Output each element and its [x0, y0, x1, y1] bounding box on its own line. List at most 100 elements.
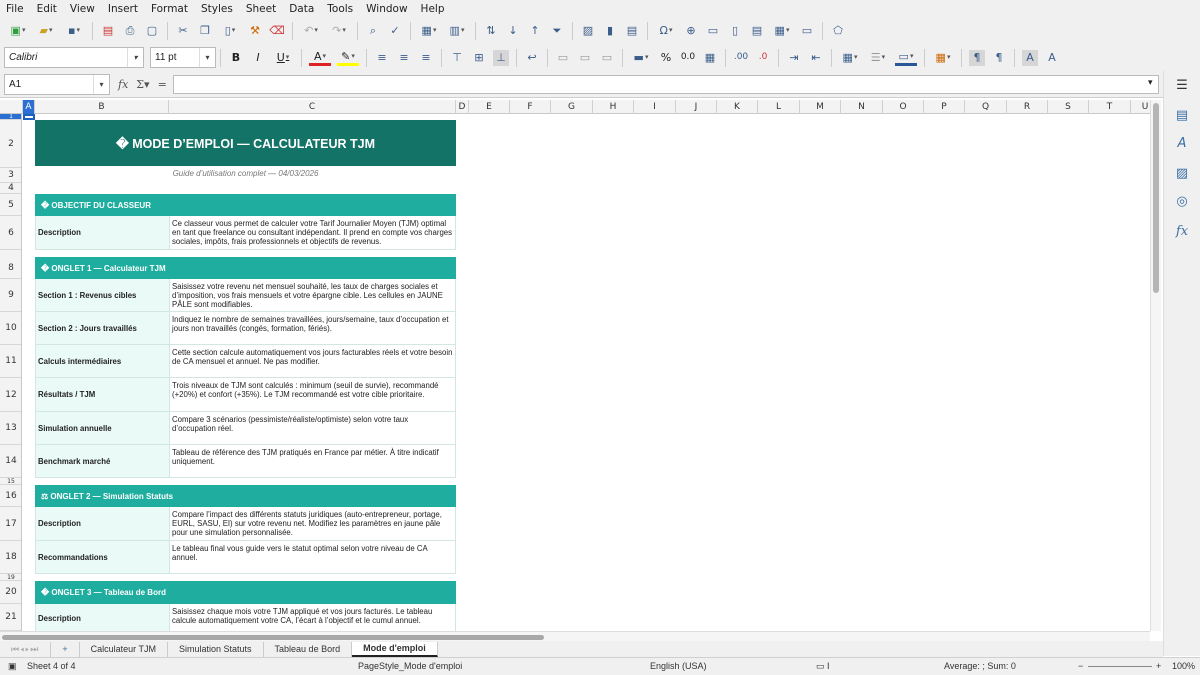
row-header-17[interactable]: 17	[0, 507, 21, 541]
column-header-q[interactable]: Q	[965, 100, 1007, 114]
row-header-20[interactable]: 20	[0, 581, 21, 604]
save-icon[interactable]: ▪	[63, 23, 85, 39]
table-row[interactable]: Description Ce classeur vous permet de c…	[35, 216, 456, 250]
navigator-icon[interactable]: ◎	[1174, 193, 1190, 209]
table-row[interactable]: Section 2 : Jours travaillés Indiquez le…	[35, 312, 456, 345]
column-header-t[interactable]: T	[1089, 100, 1131, 114]
row-header-8[interactable]: 8	[0, 257, 21, 279]
clone-formatting-icon[interactable]: ⚒	[247, 23, 263, 39]
wrap-text-icon[interactable]: ↩	[524, 50, 540, 66]
menu-help[interactable]: Help	[421, 3, 445, 15]
font-name-combo[interactable]: Calibri ▾	[4, 47, 144, 68]
column-header-d[interactable]: D	[456, 100, 469, 114]
table-row[interactable]: Simulation annuelle Compare 3 scénarios …	[35, 412, 456, 445]
row-header-18[interactable]: 18	[0, 541, 21, 574]
show-draw-functions-icon[interactable]: ⬠	[830, 23, 846, 39]
row-header-6[interactable]: 6	[0, 216, 21, 250]
menu-hamburger-icon[interactable]: ☰	[1174, 77, 1190, 93]
tab-tableau-de-bord[interactable]: Tableau de Bord	[264, 641, 353, 657]
column-header-j[interactable]: J	[676, 100, 717, 114]
split-window-icon[interactable]: ▭	[799, 23, 815, 39]
highlight-color-icon[interactable]: ✎	[337, 50, 359, 66]
column-header-b[interactable]: B	[35, 100, 169, 114]
row-header-13[interactable]: 13	[0, 412, 21, 445]
vertical-scrollbar[interactable]	[1150, 100, 1161, 631]
row-header-11[interactable]: 11	[0, 345, 21, 378]
menu-insert[interactable]: Insert	[108, 3, 138, 15]
properties-icon[interactable]: ▤	[1174, 107, 1190, 123]
expand-formula-icon[interactable]: ▾	[1148, 78, 1153, 88]
autofilter-icon[interactable]: ⏷	[549, 23, 565, 39]
font-size-combo[interactable]: 11 pt ▾	[150, 47, 216, 68]
decrease-indent-icon[interactable]: ⇤	[808, 50, 824, 66]
menu-window[interactable]: Window	[366, 3, 407, 15]
row-header-10[interactable]: 10	[0, 312, 21, 345]
menu-file[interactable]: File	[6, 3, 24, 15]
formula-icon[interactable]: =	[158, 78, 167, 91]
row-header-15[interactable]: 15	[0, 478, 21, 485]
tab-simulation-statuts[interactable]: Simulation Statuts	[168, 641, 264, 657]
row-header-12[interactable]: 12	[0, 378, 21, 412]
copy-icon[interactable]: ❐	[197, 23, 213, 39]
print-icon[interactable]: ⎙	[122, 23, 138, 39]
table-row[interactable]: Benchmark marché Tableau de référence de…	[35, 445, 456, 478]
table-row[interactable]: Résultats / TJM Trois niveaux de TJM son…	[35, 378, 456, 412]
open-icon[interactable]: ▰	[35, 23, 57, 39]
delete-decimal-icon[interactable]: .0	[755, 50, 771, 66]
formula-input[interactable]	[173, 75, 1159, 94]
font-name-dropdown-icon[interactable]: ▾	[127, 48, 143, 67]
sort-descending-icon[interactable]: ↑	[527, 23, 543, 39]
hyperlink-icon[interactable]: ⊕	[683, 23, 699, 39]
percent-format-icon[interactable]: %	[658, 50, 674, 66]
row-header-9[interactable]: 9	[0, 279, 21, 312]
column-header-h[interactable]: H	[593, 100, 634, 114]
unmerge-cells-icon[interactable]: ▭	[599, 50, 615, 66]
add-decimal-icon[interactable]: .00	[733, 50, 749, 66]
border-style-icon[interactable]: ☰	[867, 50, 889, 66]
font-color-icon[interactable]: A	[309, 50, 331, 66]
row-header-14[interactable]: 14	[0, 445, 21, 478]
column-icon[interactable]: ▥	[446, 23, 468, 39]
align-middle-icon[interactable]: ⊞	[471, 50, 487, 66]
menu-styles[interactable]: Styles	[201, 3, 233, 15]
row-header-19[interactable]: 19	[0, 574, 21, 581]
zoom-level[interactable]: 100%	[1172, 661, 1195, 671]
sort-ascending-icon[interactable]: ↓	[505, 23, 521, 39]
column-header-c[interactable]: C	[169, 100, 456, 114]
table-row[interactable]: Section 1 : Revenus cibles Saisissez vot…	[35, 279, 456, 312]
new-icon[interactable]: ▣	[7, 23, 29, 39]
language[interactable]: English (USA)	[650, 661, 707, 671]
menu-edit[interactable]: Edit	[37, 3, 57, 15]
row-header-3[interactable]: 3	[0, 168, 21, 183]
vertical-scroll-thumb[interactable]	[1153, 103, 1159, 293]
table-row[interactable]: Calculs intermédiaires Cette section cal…	[35, 345, 456, 378]
text-ltr-icon[interactable]: ¶	[969, 49, 985, 66]
add-sheet-icon[interactable]: +	[51, 641, 80, 657]
comment-icon[interactable]: ▭	[705, 23, 721, 39]
insert-image-icon[interactable]: ▨	[580, 23, 596, 39]
print-preview-icon[interactable]: ▢	[144, 23, 160, 39]
tab-calculateur-tjm[interactable]: Calculateur TJM	[80, 641, 168, 657]
row-icon[interactable]: ▦	[418, 23, 440, 39]
row-header-5[interactable]: 5	[0, 194, 21, 216]
conditional-format-icon[interactable]: ▦	[932, 50, 954, 66]
menu-tools[interactable]: Tools	[327, 3, 353, 15]
merge-center-icon[interactable]: ▭	[555, 50, 571, 66]
row-header-16[interactable]: 16	[0, 485, 21, 507]
sum-icon[interactable]: Σ▾	[136, 78, 149, 91]
row-header-4[interactable]: 4	[0, 183, 21, 194]
date-format-icon[interactable]: ▦	[702, 50, 718, 66]
name-box[interactable]: A1 ▾	[4, 73, 110, 95]
italic-icon[interactable]: I	[250, 50, 266, 66]
page-style[interactable]: PageStyle_Mode d'emploi	[358, 661, 462, 671]
increase-indent-icon[interactable]: ⇥	[786, 50, 802, 66]
name-box-dropdown-icon[interactable]: ▾	[93, 74, 109, 94]
column-header-n[interactable]: N	[841, 100, 883, 114]
align-bottom-icon[interactable]: ⊥	[493, 49, 509, 66]
text-horizontal-icon[interactable]: A	[1022, 49, 1038, 66]
zoom-slider[interactable]	[1088, 666, 1152, 667]
menu-sheet[interactable]: Sheet	[246, 3, 276, 15]
find-replace-icon[interactable]: ⌕	[365, 23, 381, 39]
column-header-e[interactable]: E	[469, 100, 510, 114]
cell-grid[interactable]: � MODE D’EMPLOI — CALCULATEUR TJM Guide …	[23, 114, 1150, 631]
